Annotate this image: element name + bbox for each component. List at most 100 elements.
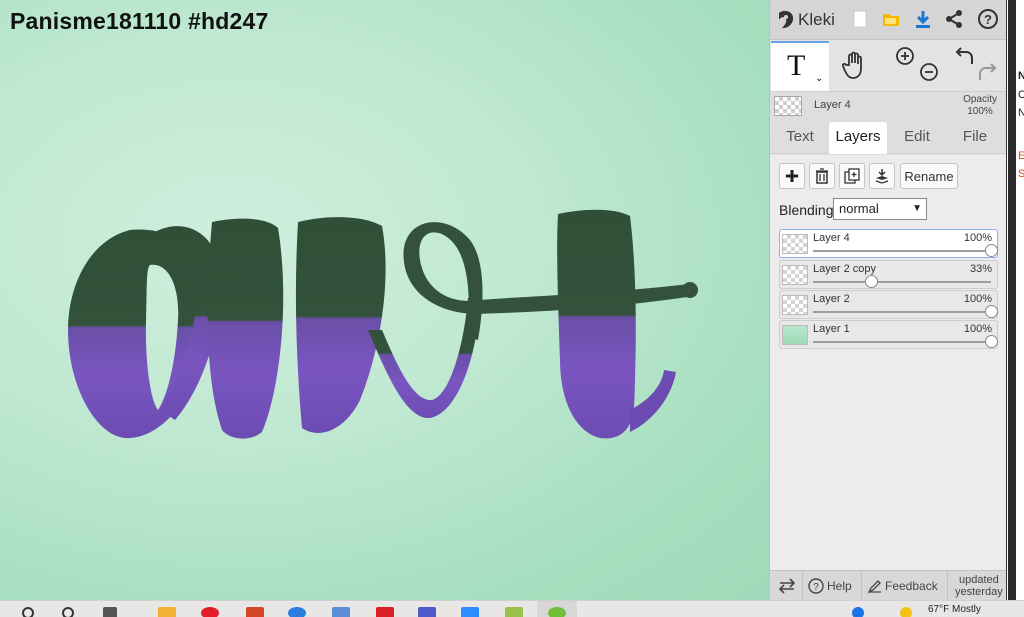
download-icon[interactable] [911, 7, 935, 31]
open-folder-icon[interactable] [879, 7, 903, 31]
zalo-icon[interactable] [288, 607, 306, 617]
updated-notice[interactable]: updated yesterday [955, 574, 1003, 598]
panel-topbar: Kleki ? [770, 0, 1007, 40]
weather-text: 67°F Mostly [928, 604, 981, 615]
tab-edit[interactable]: Edit [888, 122, 946, 154]
blending-label: Blending [779, 202, 834, 218]
help-icon[interactable]: ? [976, 7, 1000, 31]
paint-icon[interactable] [505, 607, 523, 617]
zoom-out-icon[interactable] [919, 62, 939, 82]
layer-thumbnail [782, 325, 808, 345]
layer-row-layer-2-copy[interactable]: Layer 2 copy 33% [779, 260, 998, 289]
opacity-value: 100% [967, 106, 993, 117]
undo-icon[interactable] [954, 46, 976, 68]
hand-tool-icon[interactable] [840, 49, 872, 81]
layer-thumbnail [782, 234, 808, 254]
layer-opacity: 100% [963, 293, 992, 305]
current-layer-info: Layer 4 Opacity 100% [770, 92, 1007, 122]
rename-layer-button[interactable]: Rename [900, 163, 958, 189]
background-page-scrollbar [1008, 0, 1016, 600]
slider-knob[interactable] [865, 275, 879, 288]
feedback-icon [868, 580, 881, 593]
help-button[interactable]: ? Help [808, 571, 852, 601]
layer-thumbnail [782, 295, 808, 315]
tab-layers[interactable]: Layers [829, 122, 887, 154]
swap-arrows-icon [778, 578, 796, 594]
file-explorer-icon[interactable] [158, 607, 176, 617]
redo-icon[interactable] [976, 62, 998, 84]
layers-panel: Rename Blending normal ▼ Layer 4 100% La… [770, 155, 1007, 570]
opera-icon[interactable] [201, 607, 219, 617]
teams-icon[interactable] [418, 607, 436, 617]
tab-text[interactable]: Text [771, 122, 829, 154]
feedback-label: Feedback [885, 579, 938, 593]
duplicate-layer-button[interactable] [839, 163, 865, 189]
layer-name: Layer 2 [813, 293, 850, 305]
add-layer-button[interactable] [779, 163, 805, 189]
help-icon: ? [808, 578, 824, 594]
start-icon[interactable] [22, 607, 34, 617]
new-image-icon[interactable] [848, 7, 872, 31]
layer-opacity-slider[interactable] [813, 311, 991, 313]
layer-opacity: 100% [963, 232, 992, 244]
layer-row-layer-1[interactable]: Layer 1 100% [779, 320, 998, 349]
powerpoint-icon[interactable] [246, 607, 264, 617]
pdf-icon[interactable] [376, 607, 394, 617]
blending-mode-select[interactable]: normal ▼ [833, 198, 927, 220]
kleki-logo-icon [779, 10, 794, 29]
layer-opacity-slider[interactable] [813, 250, 991, 252]
layer-row-layer-2[interactable]: Layer 2 100% [779, 290, 998, 319]
weather-icon[interactable] [900, 607, 912, 617]
tool-row: T ⌄ [770, 40, 1007, 92]
share-icon[interactable] [942, 7, 966, 31]
layer-opacity-slider[interactable] [813, 341, 991, 343]
layer-thumbnail [782, 265, 808, 285]
layer-opacity-slider[interactable] [813, 281, 991, 283]
kleki-app-icon[interactable] [548, 607, 566, 617]
delete-layer-button[interactable] [809, 163, 835, 189]
layer-name: Layer 2 copy [813, 263, 876, 275]
feedback-button[interactable]: Feedback [868, 571, 938, 601]
app-icon[interactable] [332, 607, 350, 617]
swap-side-button[interactable] [778, 571, 796, 601]
slider-knob[interactable] [984, 244, 998, 257]
panel-tabs: Text Layers Edit File [770, 122, 1007, 154]
layer-row-layer-4[interactable]: Layer 4 100% [779, 229, 998, 258]
current-layer-thumbnail [774, 96, 802, 116]
app-name: Kleki [798, 10, 835, 29]
opacity-label: Opacity [963, 94, 997, 105]
text-tool-button[interactable]: T ⌄ [771, 41, 829, 91]
kleki-logo[interactable]: Kleki [776, 6, 835, 34]
blending-mode-value: normal [839, 201, 879, 216]
background-text: C [1018, 89, 1024, 101]
background-text: N [1018, 107, 1024, 119]
svg-text:?: ? [813, 582, 819, 593]
tab-file[interactable]: File [946, 122, 1004, 154]
svg-text:?: ? [984, 12, 992, 27]
merge-layer-button[interactable] [869, 163, 895, 189]
duplicate-icon [844, 168, 860, 184]
slider-knob[interactable] [984, 305, 998, 318]
network-icon[interactable] [852, 607, 864, 617]
plus-icon [786, 170, 798, 182]
task-view-icon[interactable] [103, 607, 117, 617]
background-text: E [1018, 150, 1024, 162]
side-panel: Kleki ? T ⌄ Layer 4 Opacity 100% Text La… [769, 0, 1007, 601]
chevron-down-icon: ▼ [912, 203, 922, 214]
divider [861, 571, 862, 601]
zoom-icon[interactable] [461, 607, 479, 617]
background-text: N [1018, 70, 1024, 82]
slider-knob[interactable] [984, 335, 998, 348]
chevron-down-icon[interactable]: ⌄ [815, 73, 823, 84]
canvas-title-text: Panisme181110 #hd247 [10, 8, 269, 34]
drawing-canvas[interactable]: Panisme181110 #hd247 [0, 0, 769, 600]
screen: Panisme181110 #hd247 Kleki ? T ⌄ Layer 4… [0, 0, 1024, 617]
search-icon[interactable] [62, 607, 74, 617]
os-taskbar: 67°F Mostly [0, 600, 1024, 617]
help-label: Help [827, 579, 852, 593]
current-layer-name: Layer 4 [814, 99, 851, 111]
zoom-in-icon[interactable] [895, 46, 915, 66]
artwork-lettering [68, 209, 698, 439]
layer-opacity: 33% [969, 263, 992, 275]
divider [802, 571, 803, 601]
